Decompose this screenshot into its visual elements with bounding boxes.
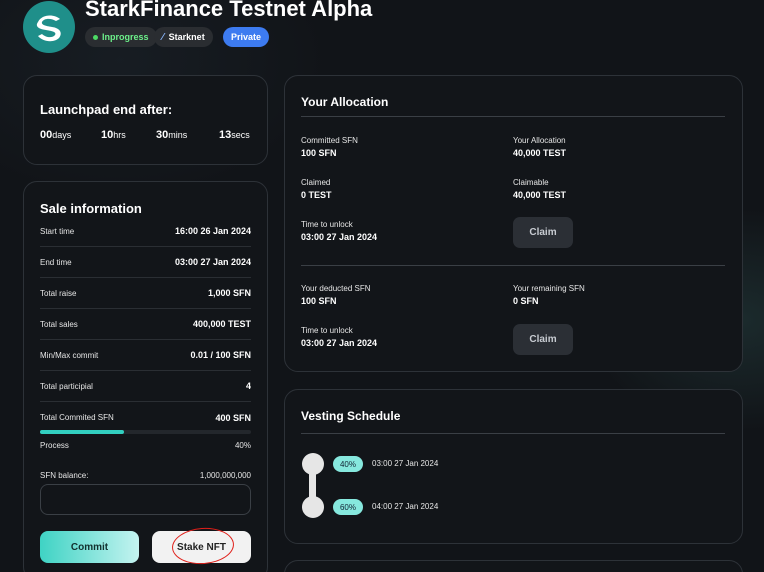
claimable-field: Claimable 40,000 TEST xyxy=(513,178,566,200)
vesting-date: 03:00 27 Jan 2024 xyxy=(372,459,439,468)
commit-button[interactable]: Commit xyxy=(40,531,139,563)
allocation-divider xyxy=(301,116,725,117)
sale-row-value: 400 SFN xyxy=(215,412,251,423)
sale-row-label: Total participial xyxy=(40,381,93,391)
claimed-label: Claimed xyxy=(301,178,331,187)
page-title: StarkFinance Testnet Alpha xyxy=(85,0,373,21)
sale-row-label: Min/Max commit xyxy=(40,350,99,360)
unlock-time-value: 03:00 27 Jan 2024 xyxy=(301,338,378,348)
vesting-node xyxy=(302,496,324,518)
stake-nft-button[interactable]: Stake NFT xyxy=(152,525,251,567)
unlock-time-label: Time to unlock xyxy=(301,326,353,335)
allocation-card: Your Allocation Committed SFN 100 SFN Yo… xyxy=(284,75,743,372)
sfn-amount-input[interactable] xyxy=(40,484,251,515)
your-allocation-value: 40,000 TEST xyxy=(513,148,567,158)
countdown-days-unit: days xyxy=(52,130,72,140)
deducted-label: Your deducted SFN xyxy=(301,284,371,293)
starknet-icon: ⁄ xyxy=(162,31,164,43)
stark-logo-icon xyxy=(36,15,61,42)
sale-row-value: 16:00 26 Jan 2024 xyxy=(174,226,251,236)
countdown-days-value: 00 xyxy=(40,129,53,141)
countdown-mins: 30mins xyxy=(156,125,187,143)
unlock-time-field: Time to unlock 03:00 27 Jan 2024 xyxy=(301,326,377,348)
vesting-card: Vesting Schedule 40% 03:00 27 Jan 2024 6… xyxy=(284,389,743,544)
your-allocation-field: Your Allocation 40,000 TEST xyxy=(513,136,566,158)
stake-nft-label: Stake NFT xyxy=(177,541,226,553)
process-row: Process 40% xyxy=(40,441,251,450)
countdown-title: Launchpad end after: xyxy=(40,102,173,117)
vesting-percent-badge: 40% xyxy=(333,456,363,472)
countdown-secs-unit: secs xyxy=(231,130,250,140)
status-dot-icon xyxy=(93,34,98,40)
balance-row: SFN balance: 1,000,000,000 xyxy=(40,471,251,480)
sale-row-value: 0.01 / 100 SFN xyxy=(190,350,251,360)
remaining-field: Your remaining SFN 0 SFN xyxy=(513,284,585,306)
sale-row-label: Total raise xyxy=(40,288,77,298)
sale-row: Min/Max commit 0.01 / 100 SFN xyxy=(40,340,251,371)
unlock-time-value: 03:00 27 Jan 2024 xyxy=(301,232,378,242)
process-label: Process xyxy=(40,441,69,450)
sale-row-label: Total sales xyxy=(40,319,78,329)
vesting-divider xyxy=(301,433,725,434)
claimed-field: Claimed 0 TEST xyxy=(301,178,332,200)
allocation-divider xyxy=(301,265,725,266)
sale-row: Total raise 1,000 SFN xyxy=(40,278,251,309)
vesting-title: Vesting Schedule xyxy=(301,409,401,423)
vesting-date: 04:00 27 Jan 2024 xyxy=(372,502,439,511)
deducted-field: Your deducted SFN 100 SFN xyxy=(301,284,371,306)
status-badge-label: Inprogress xyxy=(102,32,149,42)
sale-row-value: 4 xyxy=(245,381,251,391)
countdown-secs: 13secs xyxy=(219,125,250,143)
status-badge: Inprogress xyxy=(85,27,157,47)
chain-badge: ⁄ Starknet xyxy=(154,27,213,47)
chain-badge-label: Starknet xyxy=(168,32,205,42)
vesting-percent-badge: 60% xyxy=(333,499,363,515)
countdown-card: Launchpad end after: 00days 10hrs 30mins… xyxy=(23,75,268,165)
countdown-mins-unit: mins xyxy=(168,130,188,140)
sale-row-value: 1,000 SFN xyxy=(207,288,251,298)
balance-value: 1,000,000,000 xyxy=(199,471,251,480)
countdown-hours-value: 10 xyxy=(101,129,114,141)
sale-row: Start time 16:00 26 Jan 2024 xyxy=(40,216,251,247)
claim-button[interactable]: Claim xyxy=(513,217,573,248)
sale-row: End time 03:00 27 Jan 2024 xyxy=(40,247,251,278)
sale-row: Total participial 4 xyxy=(40,371,251,402)
claimed-value: 0 TEST xyxy=(301,190,332,200)
balance-label: SFN balance: xyxy=(40,471,89,480)
remaining-label: Your remaining SFN xyxy=(513,284,585,293)
process-progress-fill xyxy=(40,430,125,434)
project-logo xyxy=(23,1,75,53)
claimable-label: Claimable xyxy=(513,178,549,187)
deducted-value: 100 SFN xyxy=(301,296,337,306)
committed-field: Committed SFN 100 SFN xyxy=(301,136,358,158)
unlock-time-label: Time to unlock xyxy=(301,220,353,229)
claim-button[interactable]: Claim xyxy=(513,324,573,355)
allocation-title: Your Allocation xyxy=(301,95,389,109)
countdown-hours: 10hrs xyxy=(101,125,126,143)
countdown-secs-value: 13 xyxy=(219,129,232,141)
your-allocation-label: Your Allocation xyxy=(513,136,566,145)
committed-value: 100 SFN xyxy=(301,148,337,158)
countdown-mins-value: 30 xyxy=(156,129,169,141)
committed-label: Committed SFN xyxy=(301,136,358,145)
countdown-hours-unit: hrs xyxy=(113,130,126,140)
process-progress-bar xyxy=(40,430,251,434)
vesting-node xyxy=(302,453,324,475)
sale-row: Total sales 400,000 TEST xyxy=(40,309,251,340)
access-badge: Private xyxy=(223,27,270,47)
unlock-time-field: Time to unlock 03:00 27 Jan 2024 xyxy=(301,220,377,242)
sale-row-value: 400,000 TEST xyxy=(192,319,251,329)
process-value: 40% xyxy=(234,441,251,450)
sale-row-label: Start time xyxy=(40,226,75,236)
sale-info-title: Sale information xyxy=(40,201,142,216)
sale-row: Total Commited SFN 400 SFN xyxy=(40,402,251,433)
countdown-days: 00days xyxy=(40,125,71,143)
sale-row-value: 03:00 27 Jan 2024 xyxy=(174,257,251,267)
sale-row-label: End time xyxy=(40,257,72,267)
sale-row-label: Total Commited SFN xyxy=(40,413,114,422)
remaining-value: 0 SFN xyxy=(513,296,539,306)
next-card xyxy=(284,560,743,572)
sale-info-card: Sale information Start time 16:00 26 Jan… xyxy=(23,181,268,572)
claimable-value: 40,000 TEST xyxy=(513,190,567,200)
